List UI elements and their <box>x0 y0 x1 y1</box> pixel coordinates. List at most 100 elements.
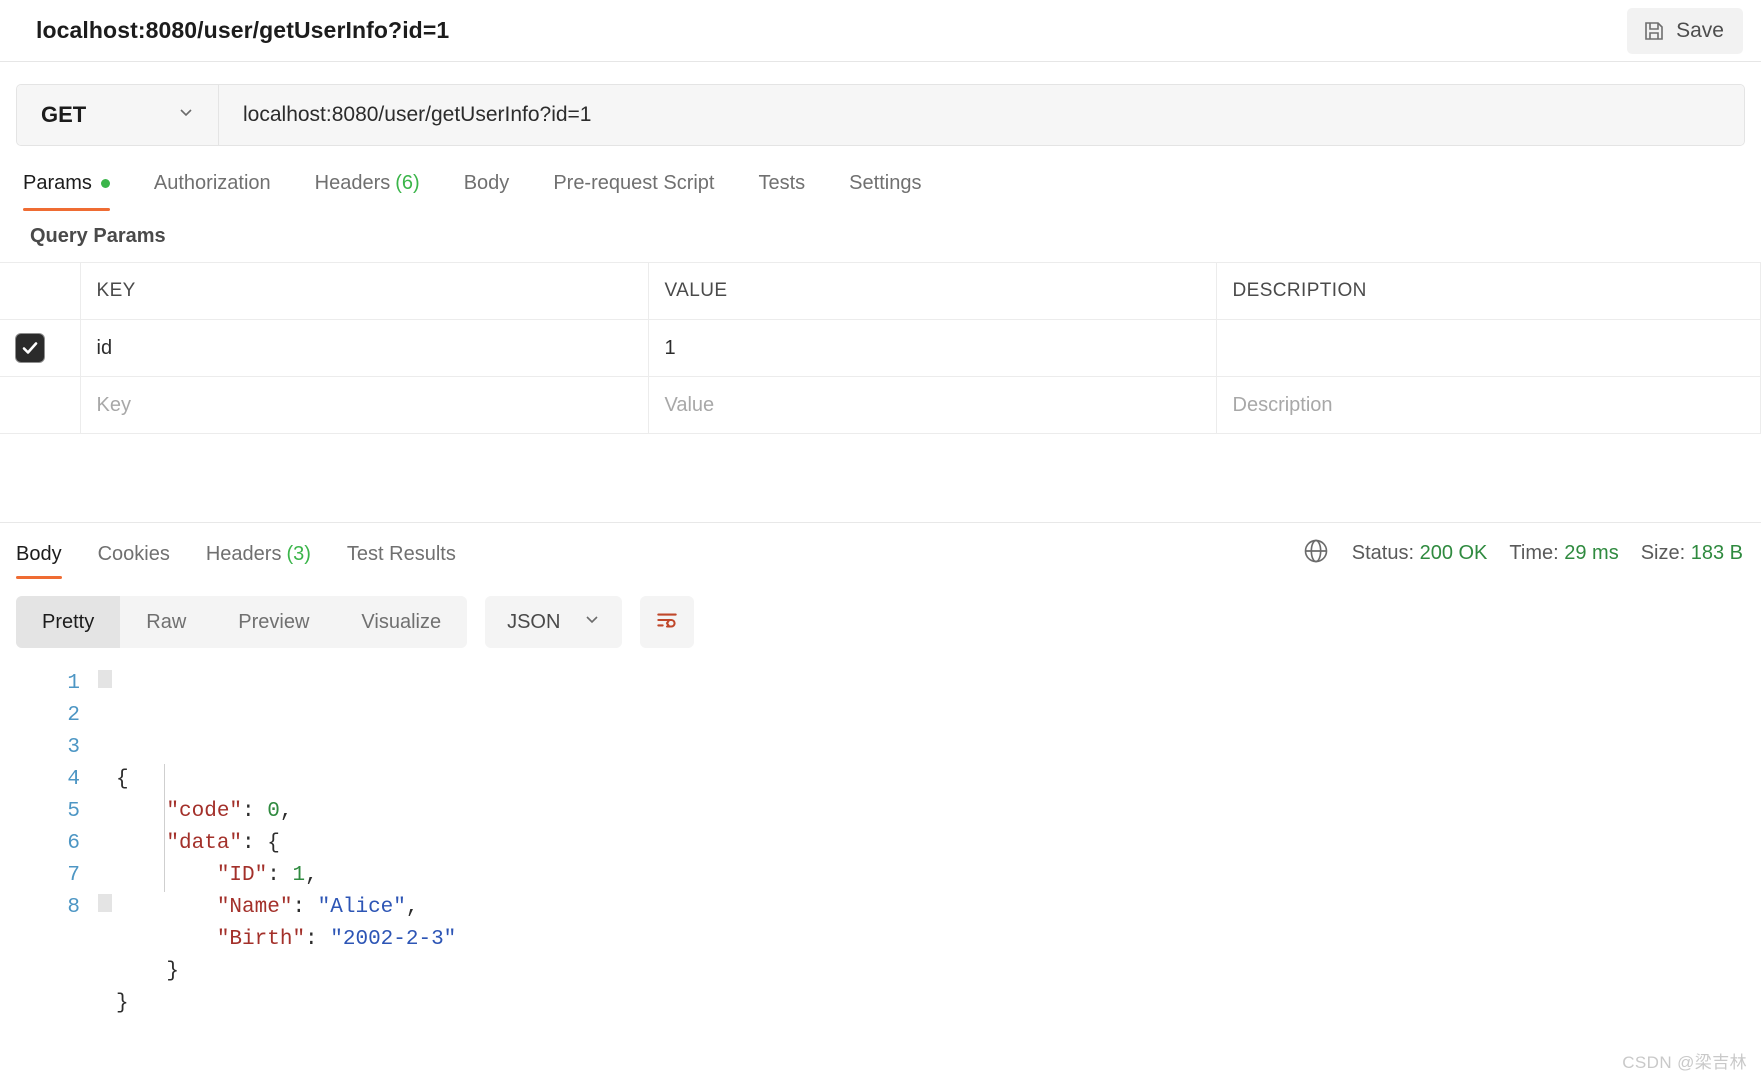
row-checkbox-cell-empty[interactable] <box>0 376 81 434</box>
code-token: : <box>242 832 268 855</box>
response-body-toolbar: Pretty Raw Preview Visualize JSON <box>0 584 1761 662</box>
code-token: } <box>116 992 129 1015</box>
code-token: { <box>116 768 129 791</box>
query-params-table: KEY VALUE DESCRIPTION id 1 Key Value Des… <box>0 262 1761 434</box>
indent-guide <box>164 764 165 892</box>
tab-tests[interactable]: Tests <box>736 162 827 211</box>
tab-tests-label: Tests <box>758 172 806 194</box>
code-token: "ID" <box>216 864 268 887</box>
param-value-input[interactable]: 1 <box>648 319 1217 377</box>
tab-headers[interactable]: Headers (6) <box>293 162 442 211</box>
wrap-lines-button[interactable] <box>640 596 695 648</box>
status-indicator: Status: 200 OK <box>1352 542 1488 565</box>
code-fold-column[interactable] <box>94 668 116 1020</box>
code-token: "Alice" <box>317 896 406 919</box>
code-token: 0 <box>267 800 280 823</box>
view-raw-label: Raw <box>146 610 187 633</box>
column-header-value: VALUE <box>648 262 1217 320</box>
tab-settings-label: Settings <box>849 172 922 194</box>
time-value: 29 ms <box>1564 542 1619 564</box>
response-tab-body-label: Body <box>16 542 62 565</box>
response-tab-body[interactable]: Body <box>16 523 80 585</box>
code-lines[interactable]: { "code": 0, "data": { "ID": 1, "Name": … <box>116 668 1761 1020</box>
view-visualize-button[interactable]: Visualize <box>335 596 467 648</box>
param-description-input[interactable] <box>1216 319 1761 377</box>
format-select-value: JSON <box>507 610 561 633</box>
tab-authorization[interactable]: Authorization <box>132 162 293 211</box>
floppy-disk-icon <box>1642 19 1666 43</box>
response-tab-cookies[interactable]: Cookies <box>80 523 188 585</box>
line-number: 4 <box>67 768 80 791</box>
code-line: "code": 0, <box>116 796 1761 828</box>
code-token: : <box>305 928 331 951</box>
tab-pre-request-script[interactable]: Pre-request Script <box>531 162 736 211</box>
format-select[interactable]: JSON <box>485 596 623 648</box>
response-tab-cookies-label: Cookies <box>97 542 170 565</box>
view-preview-button[interactable]: Preview <box>212 596 335 648</box>
code-token: "data" <box>166 832 243 855</box>
param-key-input[interactable]: id <box>80 319 649 377</box>
code-token: } <box>166 960 180 983</box>
code-line: { <box>116 764 1761 796</box>
response-tab-test-results[interactable]: Test Results <box>329 523 474 585</box>
watermark: CSDN @梁吉林 <box>1622 1053 1747 1072</box>
size-label: Size: <box>1640 542 1686 564</box>
response-body-code: 1 2 3 4 5 6 7 8 { "code": 0, "data": { "ID": 1,… <box>0 662 1761 1020</box>
new-param-value-input[interactable]: Value <box>648 376 1217 434</box>
code-token: { <box>267 832 280 855</box>
method-selector[interactable]: GET <box>17 85 219 145</box>
column-header-description: DESCRIPTION <box>1216 262 1761 320</box>
code-line: "ID": 1, <box>116 860 1761 892</box>
view-pretty-button[interactable]: Pretty <box>16 596 121 648</box>
row-checkbox-cell[interactable] <box>0 319 81 377</box>
tab-body[interactable]: Body <box>442 162 532 211</box>
response-tabs: Body Cookies Headers (3) Test Results <box>16 523 474 585</box>
request-tabs: Params Authorization Headers (6) Body Pre… <box>0 162 1761 211</box>
checkbox-checked-icon[interactable] <box>16 333 44 362</box>
line-number: 1 <box>67 672 80 695</box>
save-label: Save <box>1676 18 1724 42</box>
table-row: Key Value Description <box>0 376 1761 434</box>
response-meta: Status: 200 OK Time: 29 ms Size: 183 B <box>1302 537 1743 571</box>
code-token: , <box>279 800 293 823</box>
response-tab-test-results-label: Test Results <box>346 542 456 565</box>
select-all-cell <box>0 262 81 320</box>
tab-body-label: Body <box>463 172 510 194</box>
tab-settings[interactable]: Settings <box>827 162 943 211</box>
new-param-description-input[interactable]: Description <box>1216 376 1761 434</box>
view-mode-segment: Pretty Raw Preview Visualize <box>16 596 468 648</box>
globe-icon[interactable] <box>1302 537 1330 571</box>
request-title: localhost:8080/user/getUserInfo?id=1 <box>36 17 450 43</box>
view-preview-label: Preview <box>238 610 310 633</box>
response-bar: Body Cookies Headers (3) Test Results Sta… <box>0 522 1761 584</box>
code-token: "code" <box>166 800 243 823</box>
code-line: "data": { <box>116 828 1761 860</box>
fold-marker-bottom[interactable] <box>98 894 112 912</box>
line-number: 7 <box>67 864 80 887</box>
fold-marker-top[interactable] <box>98 670 112 688</box>
table-header-row: KEY VALUE DESCRIPTION <box>0 262 1761 320</box>
line-number: 5 <box>67 800 80 823</box>
code-token: 1 <box>292 864 306 887</box>
url-input[interactable]: localhost:8080/user/getUserInfo?id=1 <box>219 85 1744 145</box>
tab-authorization-label: Authorization <box>153 172 271 194</box>
code-line: } <box>116 956 1761 988</box>
view-pretty-label: Pretty <box>42 610 95 633</box>
response-tab-headers-count: (3) <box>286 542 311 565</box>
code-token: , <box>305 864 318 887</box>
view-raw-button[interactable]: Raw <box>120 596 212 648</box>
status-label: Status: <box>1351 542 1415 564</box>
response-tab-headers[interactable]: Headers (3) <box>188 523 329 585</box>
new-param-key-input[interactable]: Key <box>80 376 649 434</box>
size-indicator: Size: 183 B <box>1641 542 1743 565</box>
code-line: "Birth": "2002-2-3" <box>116 924 1761 956</box>
wrap-lines-icon <box>654 607 680 638</box>
save-button[interactable]: Save <box>1627 7 1743 54</box>
tab-headers-label: Headers <box>314 172 391 194</box>
tab-params[interactable]: Params <box>16 162 132 211</box>
